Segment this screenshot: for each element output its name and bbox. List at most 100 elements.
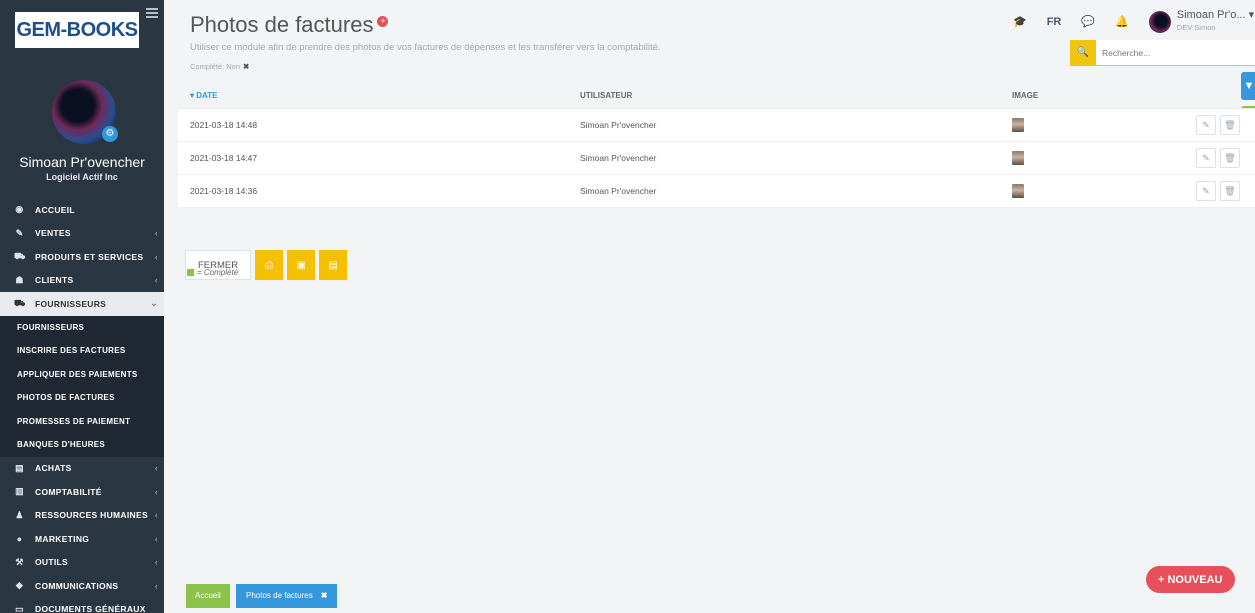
invoice-thumbnail[interactable] — [1012, 151, 1024, 165]
user-avatar[interactable] — [1148, 10, 1171, 33]
sidebar-item-label: VENTES — [35, 228, 71, 239]
sidebar-item-ressources-humaines[interactable]: ♟ RESSOURCES HUMAINES ‹ — [0, 504, 164, 528]
column-header-user[interactable]: UTILISATEUR — [580, 91, 632, 100]
cell-user: Simoan Pr'ovencher — [580, 153, 657, 163]
folder-icon: ▭ — [15, 603, 24, 613]
sidebar-subitem-inscrire-factures[interactable]: INSCRIRE DES FACTURES — [0, 339, 164, 363]
invoice-thumbnail[interactable] — [1012, 184, 1024, 198]
search-input[interactable] — [1096, 40, 1255, 65]
cell-date: 2021-03-18 14:47 — [190, 153, 258, 163]
new-button[interactable]: + NOUVEAU — [1146, 566, 1235, 593]
close-tab-icon[interactable]: ✖ — [321, 591, 328, 600]
sidebar-item-fournisseurs[interactable]: ⛟ FOURNISSEURS ⌄ — [0, 292, 164, 316]
logo[interactable]: GEM-BOOKS — [15, 12, 139, 48]
sidebar-item-achats[interactable]: ▤ ACHATS ‹ — [0, 457, 164, 481]
chevron-left-icon: ‹ — [154, 510, 158, 521]
sidebar-item-label: ACHATS — [35, 463, 72, 474]
chevron-left-icon: ‹ — [154, 533, 158, 544]
dashboard-icon: ◉ — [15, 204, 24, 215]
filter-remove-icon[interactable]: ✖ — [243, 62, 249, 71]
edit-icon: ✎ — [15, 227, 24, 238]
truck-icon: ⛟ — [14, 297, 26, 308]
legend: = Complété — [187, 268, 238, 277]
sidebar-item-label: FOURNISSEURS — [35, 298, 107, 309]
trash-icon[interactable]: 🗑 — [1220, 148, 1240, 168]
sort-desc-icon: ▾ — [190, 90, 195, 100]
sidebar-item-label: RESSOURCES HUMAINES — [35, 510, 148, 521]
export-excel-icon[interactable]: ▣ — [287, 250, 316, 280]
sidebar-item-communications[interactable]: ◆ COMMUNICATIONS ‹ — [0, 574, 164, 598]
chevron-down-icon: ⌄ — [150, 298, 158, 309]
sidebar-item-ventes[interactable]: ✎ VENTES ‹ — [0, 222, 164, 246]
edit-icon[interactable]: ✎ — [1196, 148, 1216, 168]
column-header-date[interactable]: ▾ DATE — [190, 91, 217, 100]
invoice-thumbnail[interactable] — [1012, 118, 1024, 132]
sidebar: GEM-BOOKS ⚙ Simoan Pr'ovencher Logiciel … — [0, 0, 164, 613]
list-icon: ▤ — [15, 462, 24, 473]
chevron-left-icon: ‹ — [154, 251, 158, 262]
sidebar-item-label: COMPTABILITÉ — [35, 486, 102, 497]
table-row[interactable]: 2021-03-18 14:36 Simoan Pr'ovencher ✎ 🗑 — [178, 175, 1255, 208]
search-icon[interactable]: 🔍 — [1070, 40, 1096, 66]
table-row[interactable]: 2021-03-18 14:47 Simoan Pr'ovencher ✎ 🗑 — [178, 142, 1255, 175]
column-header-image: IMAGE — [1012, 90, 1039, 100]
cell-user: Simoan Pr'ovencher — [580, 120, 657, 130]
page-title: Photos de factures + — [190, 12, 389, 38]
menu-toggle-icon[interactable] — [146, 8, 158, 18]
legend-text: = Complété — [197, 268, 239, 277]
sidebar-item-label: COMMUNICATIONS — [35, 580, 119, 591]
sidebar-item-marketing[interactable]: ● MARKETING ‹ — [0, 527, 164, 551]
circle-icon: ● — [16, 533, 23, 544]
chevron-left-icon: ‹ — [154, 228, 158, 239]
sidebar-item-label: PRODUITS ET SERVICES — [35, 251, 144, 262]
print-icon[interactable]: ⎙ — [255, 250, 284, 280]
main-content: Photos de factures + Utiliser ce module a… — [178, 0, 1255, 613]
sidebar-subitem-banques-heures[interactable]: BANQUES D'HEURES — [0, 433, 164, 457]
trash-icon[interactable]: 🗑 — [1220, 115, 1240, 135]
cell-date: 2021-03-18 14:36 — [190, 186, 258, 196]
sidebar-item-comptabilite[interactable]: ▥ COMPTABILITÉ ‹ — [0, 480, 164, 504]
bell-icon[interactable]: 🔔 — [1115, 15, 1129, 28]
chevron-left-icon: ‹ — [154, 486, 158, 497]
chat-icon[interactable]: 💬 — [1081, 15, 1095, 28]
sidebar-item-outils[interactable]: ⚒ OUTILS ‹ — [0, 551, 164, 575]
sidebar-item-produits[interactable]: ⛟ PRODUITS ET SERVICES ‹ — [0, 245, 164, 269]
cart-icon: ⛟ — [14, 250, 26, 261]
user-menu[interactable]: Simoan Pr'o... ▾ DEV Simon — [1177, 10, 1254, 33]
cell-user: Simoan Pr'ovencher — [580, 186, 657, 196]
sidebar-subitem-fournisseurs[interactable]: FOURNISSEURS — [0, 315, 164, 339]
user-icon: ♟ — [15, 509, 24, 520]
sidebar-subitem-promesses-paiement[interactable]: PROMESSES DE PAIEMENT — [0, 409, 164, 433]
sidebar-subitem-photos-factures[interactable]: PHOTOS DE FACTURES — [0, 386, 164, 410]
export-pdf-icon[interactable]: ▤ — [319, 250, 348, 280]
gear-icon[interactable]: ⚙ — [102, 126, 118, 142]
table-header: ▾ DATE UTILISATEUR IMAGE — [178, 82, 1255, 109]
table-row[interactable]: 2021-03-18 14:48 Simoan Pr'ovencher ✎ 🗑 — [178, 109, 1255, 142]
user-role: DEV Simon — [1176, 23, 1216, 32]
trash-icon[interactable]: 🗑 — [1220, 181, 1240, 201]
sidebar-item-accueil[interactable]: ◉ ACCUEIL — [0, 198, 164, 222]
edit-icon[interactable]: ✎ — [1196, 115, 1216, 135]
sidebar-item-documents-generaux[interactable]: ▭ DOCUMENTS GÉNÉRAUX — [0, 598, 164, 613]
plus-circle-icon[interactable]: + — [377, 16, 389, 27]
users-icon: ☗ — [15, 274, 24, 285]
language-switch[interactable]: FR — [1047, 16, 1062, 28]
avatar[interactable]: ⚙ — [52, 80, 118, 144]
search-box: 🔍 — [1070, 40, 1255, 66]
tab-accueil[interactable]: Accueil — [186, 584, 230, 608]
sidebar-company: Logiciel Actif Inc — [46, 172, 118, 182]
graduation-cap-icon[interactable]: 🎓 — [1013, 15, 1027, 28]
sidebar-item-clients[interactable]: ☗ CLIENTS ‹ — [0, 269, 164, 293]
sidebar-item-label: ACCUEIL — [35, 204, 75, 215]
chevron-left-icon: ‹ — [154, 580, 158, 591]
edit-icon[interactable]: ✎ — [1196, 181, 1216, 201]
user-menu-name: Simoan Pr'o... — [1176, 9, 1246, 21]
chevron-left-icon: ‹ — [154, 275, 158, 286]
wrench-icon: ⚒ — [15, 556, 24, 567]
cell-date: 2021-03-18 14:48 — [190, 120, 258, 130]
logo-text: GEM-BOOKS — [16, 18, 138, 41]
tab-photos-factures[interactable]: Photos de factures ✖ — [236, 584, 338, 608]
legend-swatch — [187, 269, 194, 277]
chevron-left-icon: ‹ — [154, 463, 158, 474]
sidebar-subitem-appliquer-paiements[interactable]: APPLIQUER DES PAIEMENTS — [0, 362, 164, 386]
